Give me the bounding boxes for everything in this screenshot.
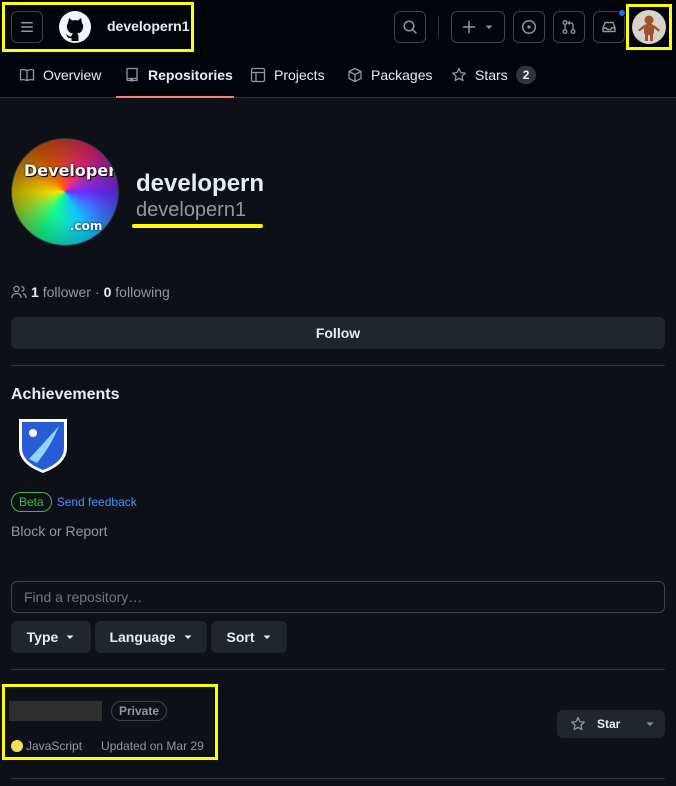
achievements-title: Achievements <box>11 386 120 403</box>
inbox-icon <box>602 21 616 33</box>
tab-stars-label: Stars <box>475 67 508 83</box>
profile-tabs: Overview Repositories Projects Packages … <box>0 52 676 98</box>
people-icon <box>11 285 27 299</box>
followers-separator: · <box>94 284 100 300</box>
send-feedback-link[interactable]: Send feedback <box>57 495 137 509</box>
language-filter-label: Language <box>109 629 176 645</box>
caret-down-icon <box>263 635 270 639</box>
star-lists-dropdown[interactable] <box>635 710 665 738</box>
avatar-text-bottom: .com <box>70 219 103 233</box>
stars-counter: 2 <box>515 66 537 84</box>
caret-down-icon <box>66 635 74 639</box>
tab-packages-label: Packages <box>371 67 433 83</box>
type-filter-button[interactable]: Type <box>11 621 91 653</box>
plus-icon <box>462 20 476 34</box>
star-button-label: Star <box>597 717 621 731</box>
issue-circle-icon <box>521 19 537 35</box>
username-highlight-box <box>2 2 194 52</box>
beta-badge: Beta <box>11 492 52 512</box>
caret-down-icon <box>184 635 192 639</box>
pull-requests-button[interactable] <box>553 11 585 43</box>
tab-overview-label: Overview <box>43 67 102 83</box>
sort-filter-button[interactable]: Sort <box>211 621 287 653</box>
issues-button[interactable] <box>513 11 545 43</box>
follow-button[interactable]: Follow <box>11 317 665 349</box>
beta-row: Beta Send feedback <box>11 492 137 512</box>
tab-stars[interactable]: Stars 2 <box>451 52 537 98</box>
notification-dot <box>618 9 626 17</box>
table-icon <box>250 67 266 83</box>
caret-down-icon <box>485 25 493 29</box>
search-button[interactable] <box>394 11 426 43</box>
book-icon <box>19 68 35 82</box>
tab-repositories[interactable]: Repositories <box>124 52 233 98</box>
followers-count: 1 <box>31 284 39 300</box>
following-count: 0 <box>103 284 112 300</box>
followers-label: follower <box>42 284 91 300</box>
tab-projects-label: Projects <box>274 67 325 83</box>
following-label: following <box>115 284 170 300</box>
create-new-button[interactable] <box>451 11 505 43</box>
tab-projects[interactable]: Projects <box>250 52 325 98</box>
active-tab-underline <box>116 96 234 98</box>
achievement-shield-icon <box>19 419 67 473</box>
followers-row: 1 follower · 0 following <box>11 284 170 300</box>
repo-list-item: Private JavaScript Updated on Mar 29 Sta… <box>0 670 676 778</box>
star-icon <box>452 67 466 82</box>
repo-list-divider <box>11 778 665 779</box>
star-icon <box>571 716 585 731</box>
avatar-highlight-box <box>626 4 672 50</box>
tab-repositories-label: Repositories <box>148 67 233 83</box>
find-repository-input[interactable] <box>11 581 665 613</box>
header-divider <box>438 16 439 38</box>
profile-divider <box>11 365 665 366</box>
pull-request-icon <box>562 20 576 34</box>
following-link[interactable]: 0 following <box>104 284 170 300</box>
repo-icon <box>126 67 138 82</box>
tab-overview[interactable]: Overview <box>19 52 101 98</box>
language-filter-button[interactable]: Language <box>95 621 207 653</box>
star-button-group: Star <box>557 710 665 738</box>
package-icon <box>348 67 362 83</box>
profile-avatar[interactable]: Developer .com <box>11 138 119 246</box>
caret-down-icon <box>646 722 654 726</box>
repo-highlight-box <box>2 684 218 760</box>
avatar-text-top: Developer <box>24 161 117 180</box>
star-button[interactable]: Star <box>557 710 635 738</box>
type-filter-label: Type <box>26 629 59 645</box>
top-header: developern1 Overview Repositories Projec… <box>0 0 676 98</box>
search-icon <box>403 20 417 34</box>
login-underline-highlight <box>132 224 263 228</box>
profile-login: developern1 <box>136 199 247 221</box>
achievement-badge[interactable] <box>11 412 75 476</box>
followers-link[interactable]: 1 follower <box>31 284 91 300</box>
tab-packages[interactable]: Packages <box>347 52 432 98</box>
profile-name: developern <box>136 170 265 197</box>
sort-filter-label: Sort <box>226 629 255 645</box>
avatar-dark-overlay <box>12 139 118 245</box>
block-or-report-link[interactable]: Block or Report <box>11 523 107 539</box>
